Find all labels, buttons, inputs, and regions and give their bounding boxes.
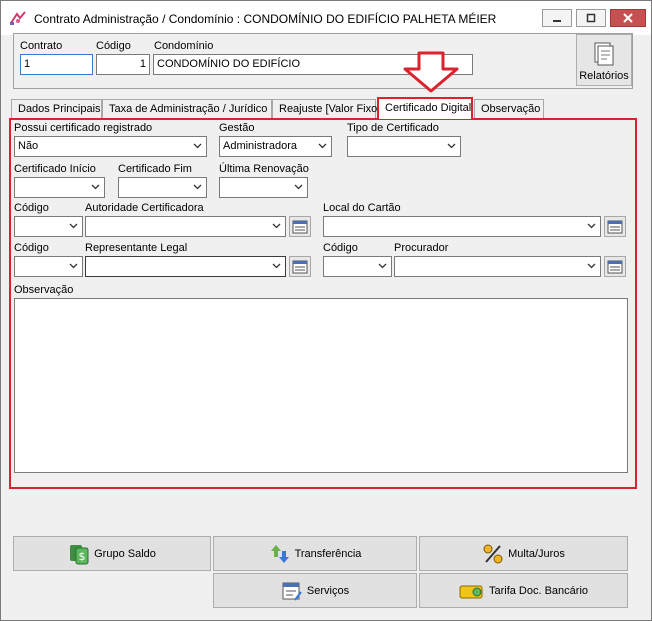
- chevron-down-icon: [193, 184, 202, 190]
- minimize-icon: [553, 20, 561, 22]
- renovacao-combo[interactable]: [219, 177, 308, 198]
- lookup-list-icon: [292, 260, 308, 273]
- chevron-down-icon: [69, 263, 78, 269]
- possui-label: Possui certificado registrado: [14, 122, 153, 134]
- fim-combo[interactable]: [118, 177, 207, 198]
- codigo-procurador-label: Código: [323, 242, 358, 254]
- chevron-down-icon: [378, 263, 387, 269]
- servicos-label: Serviços: [306, 584, 350, 597]
- transferencia-label: Transferência: [294, 547, 362, 560]
- tipo-label: Tipo de Certificado: [347, 122, 439, 134]
- relatorios-button[interactable]: Relatórios: [576, 34, 632, 86]
- header-panel: Contrato 1 Código 1 Condomínio CONDOMÍNI…: [13, 33, 633, 89]
- chevron-down-icon: [294, 184, 303, 190]
- tarifa-button[interactable]: Tarifa Doc. Bancário: [419, 573, 628, 608]
- chevron-down-icon: [447, 143, 456, 149]
- procurador-label: Procurador: [394, 242, 449, 254]
- multa-juros-label: Multa/Juros: [508, 547, 565, 560]
- observacao-textarea[interactable]: [14, 298, 628, 473]
- representante-lookup-button[interactable]: [289, 256, 311, 277]
- minimize-button[interactable]: [542, 9, 572, 27]
- maximize-button[interactable]: [576, 9, 606, 27]
- chevron-down-icon: [587, 223, 596, 229]
- annotation-arrow-icon: [403, 51, 459, 93]
- services-icon: [282, 582, 302, 601]
- chevron-down-icon: [272, 223, 281, 229]
- money-icon: $: [70, 544, 89, 564]
- codigo-autoridade-combo[interactable]: [14, 216, 83, 237]
- local-lookup-button[interactable]: [604, 216, 626, 237]
- codigo-procurador-combo[interactable]: [323, 256, 392, 277]
- gestao-combo[interactable]: Administradora: [219, 136, 332, 157]
- possui-value: Não: [18, 140, 39, 152]
- tab-certificado-digital[interactable]: Certificado Digital: [377, 97, 473, 119]
- autoridade-combo[interactable]: [85, 216, 286, 237]
- possui-combo[interactable]: Não: [14, 136, 207, 157]
- autoridade-label: Autoridade Certificadora: [85, 202, 204, 214]
- codigo-representante-combo[interactable]: [14, 256, 83, 277]
- inicio-label: Certificado Início: [14, 163, 96, 175]
- representante-combo[interactable]: [85, 256, 286, 277]
- codigo-autoridade-label: Código: [14, 202, 49, 214]
- close-button[interactable]: [610, 9, 646, 27]
- grupo-saldo-label: Grupo Saldo: [94, 547, 156, 560]
- local-label: Local do Cartão: [323, 202, 401, 214]
- servicos-button[interactable]: Serviços: [213, 573, 417, 608]
- tab-observacao[interactable]: Observação: [474, 99, 544, 119]
- codigo-field[interactable]: 1: [96, 54, 150, 75]
- tab-dados-principais[interactable]: Dados Principais: [11, 99, 102, 119]
- chevron-down-icon: [69, 223, 78, 229]
- multa-juros-button[interactable]: Multa/Juros: [419, 536, 628, 571]
- close-icon: [623, 13, 633, 23]
- chevron-down-icon: [587, 263, 596, 269]
- tarifa-label: Tarifa Doc. Bancário: [488, 584, 589, 597]
- autoridade-lookup-button[interactable]: [289, 216, 311, 237]
- percent-icon: [483, 544, 503, 563]
- window-title: Contrato Administração / Condomínio : CO…: [34, 12, 497, 26]
- representante-label: Representante Legal: [85, 242, 188, 254]
- lookup-list-icon: [292, 220, 308, 233]
- codigo-label: Código: [96, 40, 131, 52]
- lookup-list-icon: [607, 220, 623, 233]
- tipo-combo[interactable]: [347, 136, 461, 157]
- chevron-down-icon: [91, 184, 100, 190]
- lookup-list-icon: [607, 260, 623, 273]
- fim-label: Certificado Fim: [118, 163, 192, 175]
- bank-fee-icon: [459, 585, 483, 598]
- transfer-arrows-icon: [270, 544, 289, 563]
- transferencia-button[interactable]: Transferência: [213, 536, 417, 571]
- chevron-down-icon: [272, 263, 281, 269]
- maximize-icon: [586, 13, 596, 23]
- app-icon: [10, 11, 26, 25]
- relatorios-label: Relatórios: [579, 70, 629, 82]
- condominio-label: Condomínio: [154, 40, 214, 52]
- renovacao-label: Última Renovação: [219, 163, 309, 175]
- gestao-label: Gestão: [219, 122, 255, 134]
- procurador-lookup-button[interactable]: [604, 256, 626, 277]
- codigo-representante-label: Código: [14, 242, 49, 254]
- contrato-field[interactable]: 1: [20, 54, 93, 75]
- svg-text:$: $: [79, 550, 86, 563]
- tab-reajuste[interactable]: Reajuste [Valor Fixo]: [272, 99, 380, 119]
- observacao-label: Observação: [14, 284, 74, 296]
- report-icon: [594, 42, 614, 66]
- procurador-combo[interactable]: [394, 256, 601, 277]
- grupo-saldo-button[interactable]: $ Grupo Saldo: [13, 536, 211, 571]
- gestao-value: Administradora: [223, 140, 297, 152]
- local-combo[interactable]: [323, 216, 601, 237]
- chevron-down-icon: [193, 143, 202, 149]
- contract-window: Contrato Administração / Condomínio : CO…: [0, 0, 652, 621]
- tab-strip: Dados Principais Taxa de Administração /…: [11, 97, 631, 119]
- chevron-down-icon: [318, 143, 327, 149]
- tab-taxa-administracao[interactable]: Taxa de Administração / Jurídico: [102, 99, 272, 119]
- contrato-label: Contrato: [20, 40, 63, 52]
- inicio-combo[interactable]: [14, 177, 105, 198]
- certificado-panel: Possui certificado registrado Não Gestão…: [9, 118, 637, 489]
- title-bar: Contrato Administração / Condomínio : CO…: [1, 1, 651, 35]
